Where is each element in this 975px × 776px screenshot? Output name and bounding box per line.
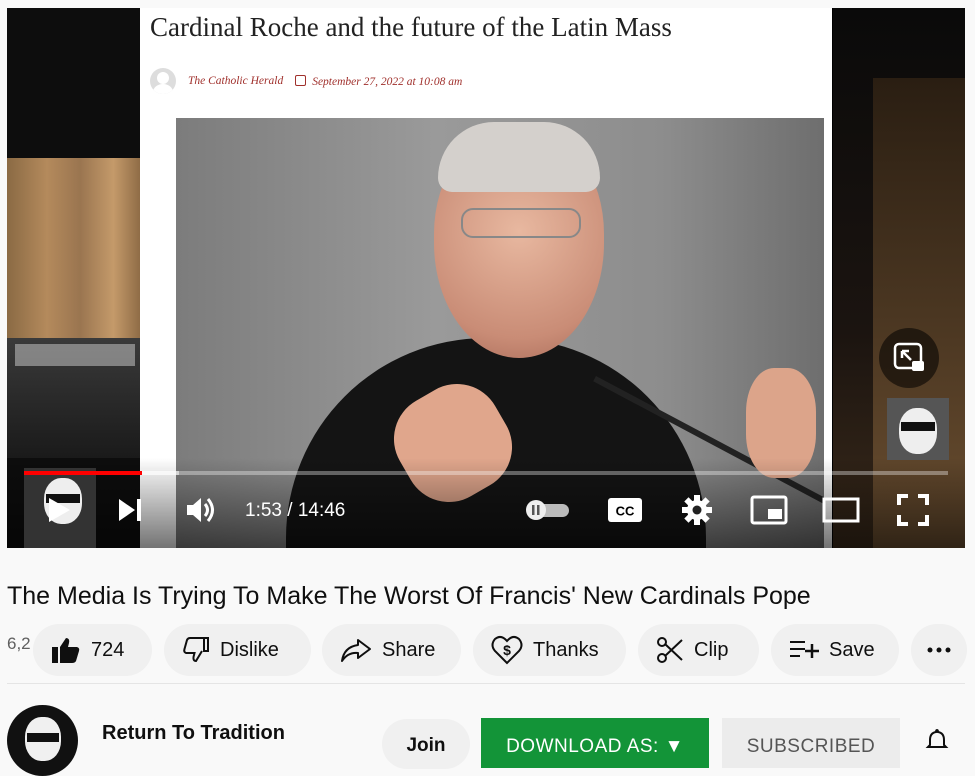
thumbs-down-icon	[183, 637, 209, 663]
play-button[interactable]	[37, 488, 81, 532]
video-title: The Media Is Trying To Make The Worst Of…	[7, 582, 811, 610]
clip-label: Clip	[694, 638, 729, 661]
share-button[interactable]: Share	[322, 624, 461, 676]
article-author: The Catholic Herald	[188, 75, 284, 87]
progress-played	[24, 471, 143, 475]
volume-button[interactable]	[181, 488, 221, 532]
like-button[interactable]: 724	[33, 624, 152, 676]
theater-button[interactable]	[819, 488, 863, 532]
dislike-button[interactable]: Dislike	[164, 624, 311, 676]
volume-icon	[187, 498, 214, 522]
channel-name[interactable]: Return To Tradition	[102, 722, 285, 745]
picture-in-picture-icon	[893, 342, 924, 371]
svg-text:$: $	[503, 642, 511, 658]
article-byline: The Catholic Herald September 27, 2022 a…	[150, 68, 462, 94]
channel-watermark-badge[interactable]	[887, 398, 949, 460]
share-icon	[341, 639, 371, 662]
fullscreen-icon	[897, 494, 929, 526]
dislike-label: Dislike	[220, 638, 279, 661]
autoplay-toggle[interactable]	[519, 488, 575, 532]
save-button[interactable]: Save	[771, 624, 899, 676]
play-icon	[49, 498, 70, 522]
author-avatar-icon	[150, 68, 176, 94]
theater-icon	[822, 497, 860, 523]
thanks-label: Thanks	[533, 638, 599, 661]
fullscreen-button[interactable]	[893, 488, 933, 532]
calendar-icon	[295, 74, 307, 86]
view-count: 6,2	[7, 634, 31, 653]
scissors-icon	[657, 637, 683, 663]
next-button[interactable]	[111, 488, 151, 532]
svg-text:CC: CC	[616, 504, 635, 519]
time-display: 1:53 / 14:46	[245, 500, 346, 521]
captions-button[interactable]: CC	[605, 488, 645, 532]
channel-avatar[interactable]	[7, 705, 78, 776]
share-label: Share	[382, 638, 436, 661]
more-actions-button[interactable]	[911, 624, 967, 676]
playlist-add-icon	[790, 641, 819, 658]
miniplayer-button[interactable]	[747, 488, 791, 532]
progress-bar[interactable]	[24, 471, 948, 475]
article-date-wrap: September 27, 2022 at 10:08 am	[295, 74, 463, 88]
like-count: 724	[91, 638, 125, 661]
divider	[7, 683, 965, 684]
bell-icon[interactable]	[925, 728, 949, 752]
miniplayer-icon	[750, 495, 788, 525]
captions-icon: CC	[608, 498, 642, 522]
pause-toggle-icon	[526, 500, 569, 520]
next-icon	[119, 499, 141, 521]
settings-button[interactable]	[677, 488, 717, 532]
thanks-button[interactable]: $ Thanks	[473, 624, 626, 676]
article-title: Cardinal Roche and the future of the Lat…	[150, 12, 672, 42]
join-button[interactable]: Join	[382, 719, 470, 769]
miniplayer-end-screen-button[interactable]	[879, 328, 939, 388]
clip-button[interactable]: Clip	[638, 624, 759, 676]
download-as-button[interactable]: DOWNLOAD AS: ▼	[481, 718, 709, 768]
heart-dollar-icon: $	[491, 635, 523, 665]
video-player[interactable]: Cardinal Roche and the future of the Lat…	[7, 8, 965, 548]
article-date: September 27, 2022 at 10:08 am	[312, 75, 463, 88]
gear-icon	[682, 495, 712, 525]
save-label: Save	[829, 638, 875, 661]
subscribed-button[interactable]: SUBSCRIBED	[722, 718, 900, 768]
thumbs-up-icon	[52, 638, 80, 663]
more-horizontal-icon	[927, 647, 951, 653]
